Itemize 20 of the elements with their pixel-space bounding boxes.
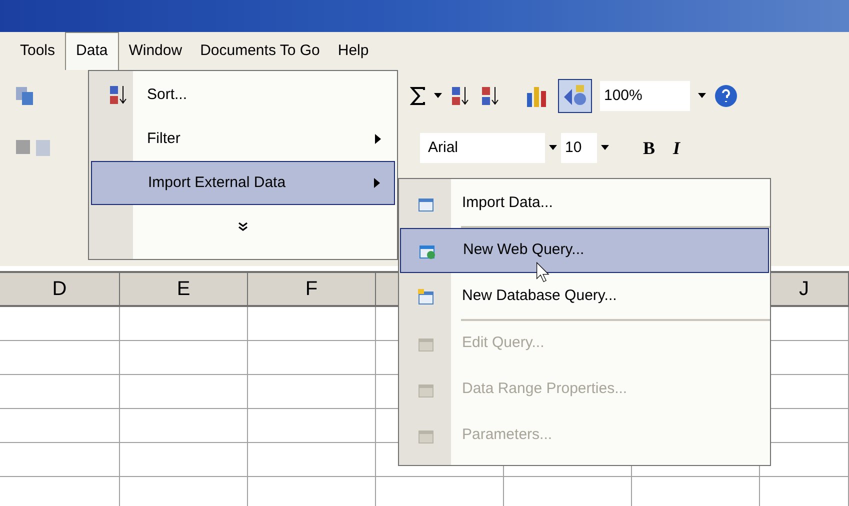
menu-item[interactable]: Tools: [12, 32, 64, 70]
font-size-field[interactable]: 10: [561, 133, 597, 163]
menu-item[interactable]: New Web Query...: [400, 228, 769, 273]
column-header[interactable]: E: [176, 274, 190, 304]
menu-item[interactable]: Documents To Go: [192, 32, 328, 70]
column-header[interactable]: F: [305, 274, 318, 304]
bold-button[interactable]: B: [643, 134, 656, 162]
menu-item[interactable]: New Database Query...: [400, 274, 769, 319]
zoom-field[interactable]: 100%: [600, 81, 690, 111]
menu-item[interactable]: Window: [120, 32, 190, 70]
menu-item[interactable]: Import External Data: [91, 161, 395, 205]
menu-item[interactable]: Import Data...: [400, 181, 769, 226]
font-field[interactable]: Arial: [420, 133, 545, 163]
italic-button[interactable]: I: [673, 134, 680, 162]
menu-item[interactable]: Sort...: [91, 73, 395, 117]
menu-item[interactable]: Filter: [91, 117, 395, 161]
menu-item[interactable]: Data: [65, 32, 119, 70]
column-header[interactable]: D: [52, 274, 67, 304]
column-header[interactable]: J: [799, 274, 809, 304]
menu-item[interactable]: Help: [330, 32, 377, 70]
